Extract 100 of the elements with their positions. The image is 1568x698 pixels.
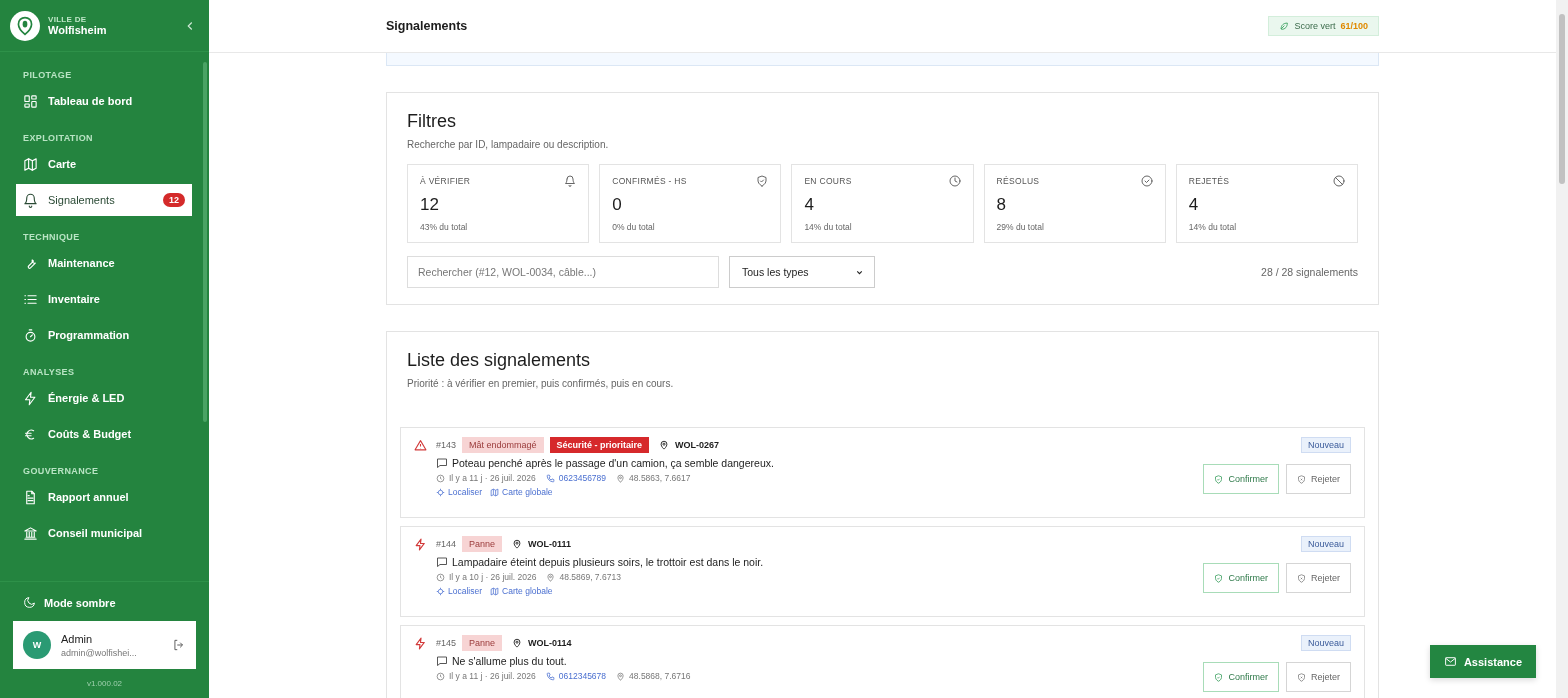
stat-label: CONFIRMÉS - HS xyxy=(612,176,687,186)
card-title: Liste des signalements xyxy=(406,350,592,371)
lamp-id: WOL-0267 xyxy=(675,440,720,450)
report-time: Il y a 10 j · 26 juil. 2026 xyxy=(449,572,537,582)
map-icon xyxy=(490,487,500,497)
phone-link[interactable]: 0623456789 xyxy=(558,473,607,483)
pin-icon xyxy=(512,638,523,648)
shield-x-icon xyxy=(1297,474,1306,484)
stat-card[interactable]: À VÉRIFIER 12 43% du total xyxy=(407,164,590,243)
report-item[interactable]: #145 Panne WOL-0114 Ne s'allume plus du tout. Il y a 11 j · 26 juil. 2026 0612345678 48.5868, 7.6716 Nouveau Confirmer Rejeter xyxy=(400,625,1365,698)
score-badge: Score vert 61/100 xyxy=(1268,16,1379,36)
confirm-button[interactable]: Confirmer xyxy=(1203,662,1279,692)
pin-icon xyxy=(616,473,626,483)
stat-share: 0% du total xyxy=(612,222,656,232)
stat-share: 43% du total xyxy=(420,222,469,232)
stat-card[interactable]: CONFIRMÉS - HS 0 0% du total xyxy=(599,164,782,243)
comment-icon xyxy=(436,457,448,469)
reject-button[interactable]: Rejeter xyxy=(1286,662,1351,692)
stat-value: 8 xyxy=(996,195,1008,215)
stat-card[interactable]: RÉSOLUS 8 29% du total xyxy=(983,164,1166,243)
lamp-id: WOL-0114 xyxy=(528,638,572,648)
nav-icon xyxy=(23,525,38,541)
nav-item[interactable]: Signalements 12 xyxy=(16,184,192,216)
logout-icon[interactable] xyxy=(172,638,186,652)
stat-value: 4 xyxy=(1188,195,1200,215)
warning-icon xyxy=(414,438,427,452)
stat-label: EN COURS xyxy=(804,176,852,186)
nav-item[interactable]: Programmation xyxy=(16,319,192,351)
confirm-button[interactable]: Confirmer xyxy=(1203,563,1279,593)
phone-icon xyxy=(545,473,555,483)
stat-icon xyxy=(564,175,577,187)
report-link[interactable]: Localiser xyxy=(436,487,483,497)
category-tag: Sécurité - prioritaire xyxy=(549,437,650,453)
report-link[interactable]: Carte globale xyxy=(490,586,553,596)
stat-card[interactable]: REJETÉS 4 14% du total xyxy=(1175,164,1358,243)
stat-icon xyxy=(948,175,961,187)
shield-check-icon xyxy=(1214,474,1224,484)
category-tag: Panne xyxy=(462,536,503,552)
report-id: #143 xyxy=(436,440,457,450)
search-field[interactable]: Rechercher (#12, WOL-0034, câble...) xyxy=(407,256,719,288)
result-count: 28 / 28 signalements xyxy=(1261,266,1358,278)
nav-item[interactable]: Rapport annuel xyxy=(16,481,192,513)
coordinates: 48.5868, 7.6716 xyxy=(629,671,691,681)
nav-section-title: GOUVERNANCE xyxy=(22,465,100,478)
stat-icon xyxy=(1140,175,1153,187)
version-label: v1.000.02 xyxy=(85,678,124,688)
nav-section-title: TECHNIQUE xyxy=(22,231,81,244)
stat-label: RÉSOLUS xyxy=(996,176,1040,186)
dark-mode-toggle[interactable]: Mode sombre xyxy=(13,592,196,621)
reject-button[interactable]: Rejeter xyxy=(1286,563,1351,593)
stat-value: 0 xyxy=(612,195,623,215)
confirm-button[interactable]: Confirmer xyxy=(1203,464,1279,494)
phone-link[interactable]: 0612345678 xyxy=(558,671,607,681)
nav-icon xyxy=(23,489,38,505)
nav-item[interactable]: Tableau de bord xyxy=(16,85,192,117)
nav-section-title: ANALYSES xyxy=(22,366,76,379)
stat-icon xyxy=(756,175,769,187)
stat-card[interactable]: EN COURS 4 14% du total xyxy=(791,164,974,243)
report-time: Il y a 11 j · 26 juil. 2026 xyxy=(449,671,536,681)
pin-icon xyxy=(512,539,523,549)
report-item[interactable]: #144 Panne WOL-0111 Lampadaire éteint depuis plusieurs soirs, le trottoir est dans le noir. Il y a 10 j · 26 juil. 2026 48.5869, 7.6713 Localiser Carte globale Nouveau Confirmer Rejeter xyxy=(400,526,1365,617)
pin-icon xyxy=(659,440,670,450)
mail-icon xyxy=(1443,655,1457,668)
leaf-icon xyxy=(1279,21,1290,31)
coordinates: 48.5863, 7.6617 xyxy=(629,473,691,483)
pin-icon xyxy=(546,572,556,582)
report-description: Poteau penché après le passage d'un camion, ça semble dangereux. xyxy=(452,457,774,469)
nav-icon xyxy=(23,192,38,208)
stat-value: 12 xyxy=(420,195,440,215)
brand-kicker: VILLE DE xyxy=(48,15,88,24)
stat-share: 14% du total xyxy=(1188,222,1238,232)
nav-icon xyxy=(23,327,38,343)
count-badge: 12 xyxy=(163,193,185,207)
nav-item[interactable]: Énergie & LED xyxy=(16,382,192,414)
report-item[interactable] xyxy=(400,427,1365,518)
nav-item[interactable]: Inventaire xyxy=(16,283,192,315)
lamp-id: WOL-0111 xyxy=(528,539,572,549)
report-id: #145 xyxy=(436,638,457,648)
stat-value: 4 xyxy=(804,195,815,215)
report-description: Lampadaire éteint depuis plusieurs soirs, le trottoir est dans le noir. xyxy=(452,556,764,568)
report-link[interactable]: Localiser xyxy=(436,586,483,596)
shield-x-icon xyxy=(1297,672,1306,682)
nav-item[interactable]: Conseil municipal xyxy=(16,517,192,549)
crosshair-icon xyxy=(436,586,445,596)
lightning-icon xyxy=(414,537,427,551)
report-link[interactable]: Carte globale xyxy=(490,487,553,497)
scrollbar[interactable] xyxy=(1556,0,1568,698)
type-select[interactable]: Tous les types xyxy=(729,256,875,288)
pin-icon xyxy=(616,671,626,681)
logo-icon xyxy=(10,10,40,41)
avatar: W xyxy=(23,631,51,659)
card-title: Filtres xyxy=(407,111,457,132)
assistance-button[interactable]: Assistance xyxy=(1429,645,1536,678)
nav-item[interactable]: Maintenance xyxy=(16,247,192,279)
nav-item[interactable]: Coûts & Budget xyxy=(16,418,192,450)
reject-button[interactable]: Rejeter xyxy=(1286,464,1351,494)
clock-icon xyxy=(436,473,445,483)
status-badge: Nouveau xyxy=(1300,635,1351,651)
nav-item[interactable]: Carte xyxy=(16,148,192,180)
user-email: admin@wolfishei... xyxy=(61,647,138,658)
